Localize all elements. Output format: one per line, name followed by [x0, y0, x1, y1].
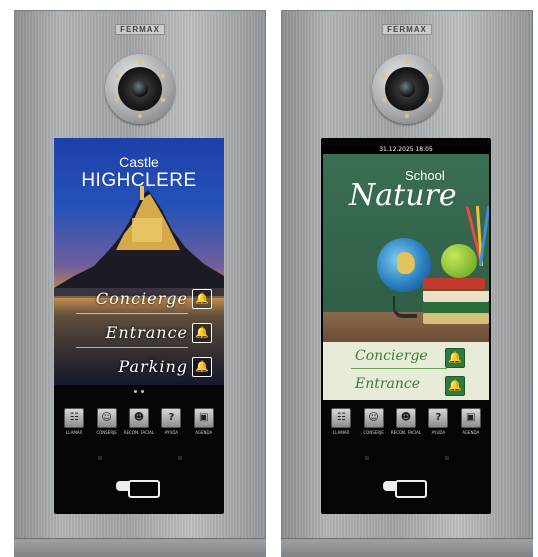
led-icon [161, 98, 165, 102]
call-label: Entrance [105, 323, 188, 342]
bell-icon[interactable]: 🔔 [445, 348, 465, 368]
page-dot [134, 390, 137, 393]
bell-icon[interactable]: 🔔 [192, 357, 212, 377]
display-housing: Castle HIGHCLERE Concierge 🔔 Entrance 🔔 … [54, 138, 224, 514]
key-help[interactable]: ? AYUDA [424, 408, 452, 435]
brand-logo: FERMAX [115, 24, 165, 35]
led-icon [382, 74, 386, 78]
call-row-parking[interactable]: Parking 🔔 [54, 354, 224, 382]
face-recognition-icon: ☻ [128, 408, 149, 428]
key-concierge[interactable]: ☺ CONSERJE [93, 408, 121, 435]
agenda-icon: ▣ [460, 408, 481, 428]
screen-subtitle: Castle [119, 154, 159, 170]
datetime-bar: 31.12.2025 18:05 [323, 146, 489, 154]
face-recognition-icon: ☻ [395, 408, 416, 428]
key-label: LLAMAR [66, 430, 83, 435]
led-icon [161, 74, 165, 78]
function-keys-right: ☷ LLAMAR ☺ CONSERJE ☻ RECON. FACIAL ? AYUDA … [321, 408, 491, 440]
concierge-icon: ☺ [363, 408, 384, 428]
agenda-icon: ▣ [193, 408, 214, 428]
book-icon [423, 302, 489, 313]
key-label: AGENDA [195, 430, 213, 435]
bell-icon[interactable]: 🔔 [445, 376, 465, 396]
key-agenda[interactable]: ▣ AGENDA [457, 408, 485, 435]
divider [351, 368, 447, 369]
page-indicator [134, 390, 144, 393]
camera-icon [105, 54, 175, 124]
intercom-panel-right: FERMAX 31.12.2025 18:05 School Nature Co… [281, 10, 533, 557]
key-help[interactable]: ? AYUDA [157, 408, 185, 435]
led-icon [115, 98, 119, 102]
key-label: AYUDA [431, 430, 446, 435]
screen-title: HIGHCLERE [81, 170, 197, 191]
led-icon [115, 74, 119, 78]
keypad-icon: ☷ [64, 408, 85, 428]
led-icon [405, 60, 409, 64]
divider [76, 313, 188, 314]
touch-screen-right[interactable]: 31.12.2025 18:05 School Nature Concierge… [323, 146, 489, 400]
camera-lens [118, 67, 162, 111]
rfid-reader-icon[interactable] [116, 478, 160, 498]
help-icon: ? [428, 408, 449, 428]
call-row-entrance[interactable]: Entrance 🔔 [323, 374, 489, 398]
call-label: Parking [118, 357, 188, 376]
globe-stand [393, 296, 417, 318]
panel-base [14, 538, 266, 557]
camera-lens [385, 67, 429, 111]
led-icon [138, 114, 142, 118]
intercom-panel-left: FERMAX Castle HIGHCLERE Concierge 🔔 Entr… [14, 10, 266, 557]
bell-icon[interactable]: 🔔 [192, 323, 212, 343]
key-label: AYUDA [164, 430, 179, 435]
function-keys-left: ☷ LLAMAR ☺ CONSERJE ☻ RECON. FACIAL ? AYUDA … [54, 408, 224, 440]
page-dot [141, 390, 144, 393]
brand-logo: FERMAX [382, 24, 432, 35]
card-icon [128, 480, 160, 498]
concierge-icon: ☺ [96, 408, 117, 428]
touch-screen-left[interactable]: Castle HIGHCLERE Concierge 🔔 Entrance 🔔 … [54, 138, 224, 385]
call-label: Concierge [355, 348, 428, 364]
sensor-icon [365, 456, 369, 460]
sensor-icon [445, 456, 449, 460]
key-label: LLAMAR [333, 430, 350, 435]
key-face-recognition[interactable]: ☻ RECON. FACIAL [123, 408, 155, 435]
book-icon [423, 313, 489, 324]
sensor-icon [98, 456, 102, 460]
key-call[interactable]: ☷ LLAMAR [327, 408, 355, 435]
key-concierge[interactable]: ☺ CONSERJE [360, 408, 388, 435]
help-icon: ? [161, 408, 182, 428]
panel-base [281, 538, 533, 557]
book-icon [423, 278, 485, 289]
keypad-icon: ☷ [331, 408, 352, 428]
display-housing: 31.12.2025 18:05 School Nature Concierge… [321, 138, 491, 514]
divider [76, 347, 188, 348]
key-label: CONSERJE [363, 430, 384, 435]
bell-icon[interactable]: 🔔 [192, 289, 212, 309]
sensor-icon [178, 456, 182, 460]
led-icon [428, 98, 432, 102]
apple-icon [441, 244, 477, 278]
key-face-recognition[interactable]: ☻ RECON. FACIAL [390, 408, 422, 435]
key-label: RECON. FACIAL [390, 430, 422, 435]
call-row-concierge[interactable]: Concierge 🔔 [323, 346, 489, 370]
led-icon [138, 60, 142, 64]
rfid-reader-icon[interactable] [383, 478, 427, 498]
call-label: Concierge [95, 289, 188, 308]
call-row-entrance[interactable]: Entrance 🔔 [54, 320, 224, 348]
led-icon [428, 74, 432, 78]
led-icon [405, 114, 409, 118]
camera-icon [372, 54, 442, 124]
key-label: RECON. FACIAL [123, 430, 155, 435]
key-label: CONSERJE [96, 430, 117, 435]
call-row-concierge[interactable]: Concierge 🔔 [54, 286, 224, 314]
screen-title: Nature [349, 178, 457, 213]
book-icon [423, 289, 489, 302]
led-icon [382, 98, 386, 102]
key-agenda[interactable]: ▣ AGENDA [190, 408, 218, 435]
key-call[interactable]: ☷ LLAMAR [60, 408, 88, 435]
card-icon [395, 480, 427, 498]
key-label: AGENDA [462, 430, 480, 435]
call-label: Entrance [355, 376, 421, 392]
